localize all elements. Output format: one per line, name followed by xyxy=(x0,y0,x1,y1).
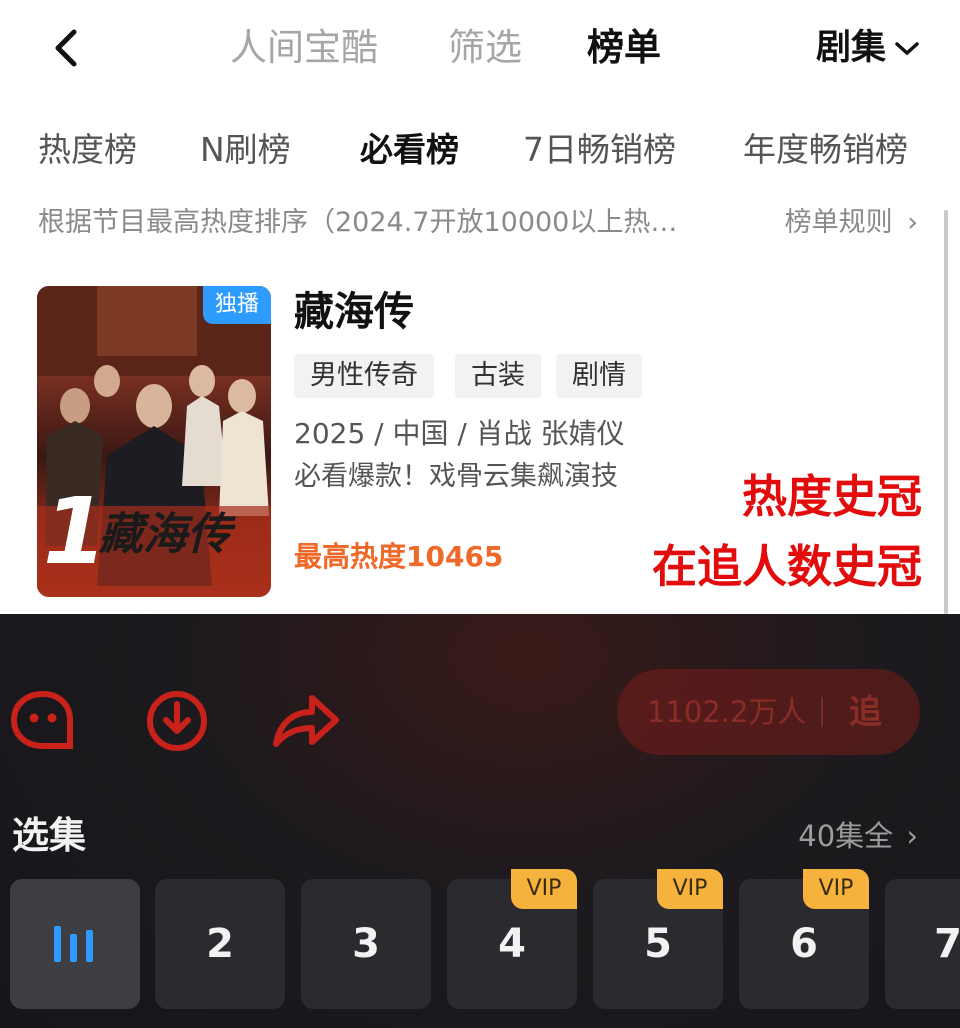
peak-heat: 最高热度10465 xyxy=(294,540,504,573)
overlay-caption-line1: 热度史冠 xyxy=(741,470,922,523)
episode-number: 3 xyxy=(352,921,380,967)
episode-button[interactable]: 3 xyxy=(301,879,431,1009)
episode-number: 7 xyxy=(934,921,960,967)
ranking-description: 根据节目最高热度排序（2024.7开放10000以上热… xyxy=(38,207,678,238)
show-poster[interactable]: 独播 1 藏海传 xyxy=(37,286,271,597)
tab-filter[interactable]: 筛选 xyxy=(448,24,522,72)
subtab-annual-sales[interactable]: 年度畅销榜 xyxy=(743,128,908,172)
episode-number: 2 xyxy=(206,921,234,967)
subtab-heat[interactable]: 热度榜 xyxy=(38,128,137,172)
show-slogan: 必看爆款！戏骨云集飙演技 xyxy=(294,461,618,492)
episode-number: 5 xyxy=(644,921,672,967)
vip-badge: VIP xyxy=(803,869,869,909)
episode-button[interactable]: 4 VIP xyxy=(447,869,577,1009)
rank-number: 1 xyxy=(43,478,108,585)
subtab-nrewatch[interactable]: N刷榜 xyxy=(200,128,291,172)
genre-label: 剧集 xyxy=(815,28,886,68)
back-arrow-icon[interactable] xyxy=(46,26,90,70)
chevron-right-icon: › xyxy=(906,819,918,853)
episode-number: 4 xyxy=(498,921,526,967)
tag-item[interactable]: 男性传奇 xyxy=(294,354,434,398)
playing-bars-icon xyxy=(54,926,93,962)
subtab-mustwatch[interactable]: 必看榜 xyxy=(360,128,459,172)
tab-treasure[interactable]: 人间宝酷 xyxy=(230,24,378,72)
episode-button[interactable]: 2 xyxy=(155,879,285,1009)
chevron-right-icon: › xyxy=(907,207,918,238)
exclusive-badge: 独播 xyxy=(203,286,271,324)
ranking-rules-label: 榜单规则 xyxy=(784,207,893,238)
ranking-rules-link[interactable]: 榜单规则 › xyxy=(785,204,918,242)
episode-button[interactable]: 7 xyxy=(885,879,960,1009)
subtab-7day-sales[interactable]: 7日畅销榜 xyxy=(523,128,676,172)
tag-item[interactable]: 古装 xyxy=(455,354,541,398)
follow-button[interactable]: 1102.2万人 追 xyxy=(617,669,920,755)
episode-button[interactable]: 5 VIP xyxy=(593,869,723,1009)
chevron-down-icon xyxy=(895,42,919,56)
ranking-page: 人间宝酷 筛选 榜单 剧集 热度榜 N刷榜 必看榜 7日畅销榜 年度畅销榜 根据… xyxy=(0,0,960,614)
tag-item[interactable]: 剧情 xyxy=(556,354,642,398)
download-icon[interactable] xyxy=(142,686,212,756)
episodes-total-label: 40集全 xyxy=(798,819,894,853)
episode-number: 6 xyxy=(790,921,818,967)
divider xyxy=(821,697,823,727)
episodes-total-link[interactable]: 40集全 › xyxy=(798,816,918,856)
episode-1-button[interactable] xyxy=(10,879,140,1009)
share-icon[interactable] xyxy=(270,686,340,756)
vip-badge: VIP xyxy=(511,869,577,909)
scrollbar[interactable] xyxy=(944,210,948,614)
tab-rankings[interactable]: 榜单 xyxy=(587,24,661,72)
show-meta: 2025 / 中国 / 肖战 张婧仪 xyxy=(294,417,625,450)
episodes-heading: 选集 xyxy=(12,814,86,857)
danmaku-icon[interactable] xyxy=(8,686,78,756)
episode-button[interactable]: 6 VIP xyxy=(739,869,869,1009)
show-title[interactable]: 藏海传 xyxy=(294,286,414,338)
overlay-caption-line2: 在追人数史冠 xyxy=(651,540,922,593)
follow-label: 追 xyxy=(849,692,882,731)
poster-title: 藏海传 xyxy=(99,509,231,560)
genre-dropdown[interactable]: 剧集 xyxy=(816,24,920,72)
vip-badge: VIP xyxy=(657,869,723,909)
follow-count: 1102.2万人 xyxy=(647,695,807,729)
